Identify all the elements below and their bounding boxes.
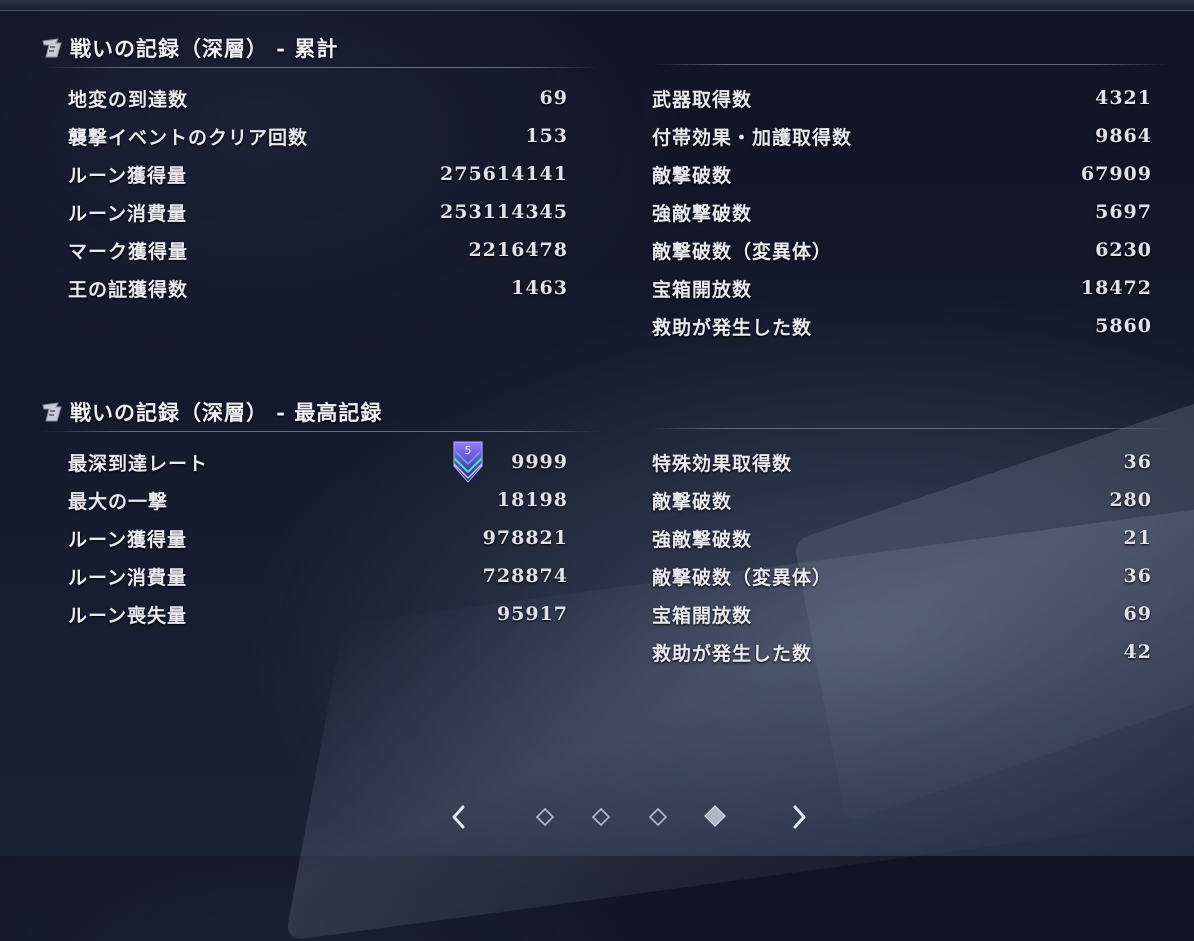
diamond-icon: [704, 805, 726, 827]
stat-row: 敵撃破数（変異体） 6230: [652, 235, 1152, 265]
stat-value: 4321: [1095, 87, 1152, 109]
stat-row: 救助が発生した数 5860: [652, 311, 1152, 341]
stat-value: 18472: [1080, 277, 1152, 299]
stat-value: 36: [1123, 451, 1152, 473]
stat-row: 敵撃破数 67909: [652, 159, 1152, 189]
stat-row: 地変の到達数 69: [68, 83, 568, 113]
stat-value: 978821: [482, 527, 568, 549]
stat-label: 敵撃破数: [652, 490, 733, 513]
diamond-icon: [591, 807, 611, 827]
stat-label: 最大の一撃: [68, 490, 169, 513]
stat-value: 42: [1123, 641, 1152, 663]
stat-label: 強敵撃破数: [652, 202, 753, 225]
stat-label: 襲撃イベントのクリア回数: [68, 126, 309, 149]
stat-value: 36: [1123, 565, 1152, 587]
stat-value: 95917: [496, 603, 568, 625]
stat-label: 地変の到達数: [68, 88, 189, 111]
stat-label: マーク獲得量: [68, 240, 189, 263]
scroll-icon: [40, 37, 64, 59]
previous-page-button[interactable]: [442, 800, 476, 834]
stat-label: 最深到達レート: [68, 452, 209, 475]
stat-row: 付帯効果・加護取得数 9864: [652, 121, 1152, 151]
section-divider-left: [40, 431, 600, 432]
stat-label: ルーン消費量: [68, 566, 188, 589]
stat-value: 728874: [482, 565, 568, 587]
stat-label: ルーン消費量: [68, 202, 188, 225]
stat-row: 特殊効果取得数 36: [652, 447, 1152, 477]
page-dot-1[interactable]: [535, 807, 555, 827]
stat-row: 敵撃破数 280: [652, 485, 1152, 515]
diamond-icon: [648, 807, 668, 827]
page-dot-4-active[interactable]: [704, 805, 726, 827]
page-navigation: [0, 800, 1194, 834]
section-divider-left: [40, 67, 600, 68]
stat-value: 5697: [1095, 201, 1152, 223]
stat-label: 王の証獲得数: [68, 278, 189, 301]
section-divider-right: [650, 64, 1170, 65]
stat-label: 救助が発生した数: [652, 642, 813, 665]
stat-row: 敵撃破数（変異体） 36: [652, 561, 1152, 591]
stat-row: 王の証獲得数 1463: [68, 273, 568, 303]
top-frame-band: [0, 0, 1194, 11]
stat-row: ルーン消費量 253114345: [68, 197, 568, 227]
stat-value: 2216478: [468, 239, 568, 261]
stat-value: 67909: [1080, 163, 1152, 185]
stat-row: ルーン獲得量 978821: [68, 523, 568, 553]
stat-value: 18198: [496, 489, 568, 511]
stat-label: 宝箱開放数: [652, 604, 753, 627]
stat-value: 1463: [511, 277, 568, 299]
chevron-right-icon: [793, 805, 806, 829]
stat-value: 280: [1109, 489, 1152, 511]
stat-row: マーク獲得量 2216478: [68, 235, 568, 265]
stat-label: 敵撃破数（変異体）: [652, 240, 833, 263]
stat-value: 69: [539, 87, 568, 109]
stat-label: 強敵撃破数: [652, 528, 753, 551]
stat-value: 6230: [1095, 239, 1152, 261]
section-title: 戦いの記録（深層） - 累計: [70, 36, 339, 61]
stat-value: 9864: [1095, 125, 1152, 147]
stat-value: 21: [1123, 527, 1152, 549]
stat-row: 襲撃イベントのクリア回数 153: [68, 121, 568, 151]
stat-label: ルーン喪失量: [68, 604, 188, 627]
stat-label: 敵撃破数: [652, 164, 733, 187]
stat-label: ルーン獲得量: [68, 164, 188, 187]
stat-value: 275614141: [440, 163, 568, 185]
section-header-cumulative: 戦いの記録（深層） - 累計: [40, 33, 338, 63]
stat-row: 宝箱開放数 18472: [652, 273, 1152, 303]
stat-row: 最大の一撃 18198: [68, 485, 568, 515]
diamond-icon: [535, 807, 555, 827]
stat-label: ルーン獲得量: [68, 528, 188, 551]
stat-label: 武器取得数: [652, 88, 753, 111]
stat-row: 救助が発生した数 42: [652, 637, 1152, 667]
stat-value: 69: [1123, 603, 1152, 625]
stat-row: ルーン獲得量 275614141: [68, 159, 568, 189]
stat-row: 宝箱開放数 69: [652, 599, 1152, 629]
stat-value: 5860: [1095, 315, 1152, 337]
chevron-left-icon: [452, 805, 465, 829]
section-title: 戦いの記録（深層） - 最高記録: [70, 400, 383, 425]
stat-value: 253114345: [440, 201, 568, 223]
section-header-best-records: 戦いの記録（深層） - 最高記録: [40, 397, 382, 427]
stat-row: ルーン喪失量 95917: [68, 599, 568, 629]
stat-row: 強敵撃破数 21: [652, 523, 1152, 553]
stat-label: 宝箱開放数: [652, 278, 753, 301]
stat-row: 最深到達レート 9999: [68, 447, 568, 477]
stat-value: 153: [525, 125, 568, 147]
stat-label: 敵撃破数（変異体）: [652, 566, 833, 589]
stat-label: 付帯効果・加護取得数: [652, 126, 853, 149]
next-page-button[interactable]: [782, 800, 816, 834]
stat-label: 救助が発生した数: [652, 316, 813, 339]
page-dot-3[interactable]: [648, 807, 668, 827]
page-dot-2[interactable]: [591, 807, 611, 827]
stat-row: 強敵撃破数 5697: [652, 197, 1152, 227]
stat-row: ルーン消費量 728874: [68, 561, 568, 591]
section-divider-right: [650, 428, 1170, 429]
scroll-icon: [40, 401, 64, 423]
stat-label: 特殊効果取得数: [652, 452, 793, 475]
stat-row: 武器取得数 4321: [652, 83, 1152, 113]
stat-value: 9999: [511, 451, 568, 473]
